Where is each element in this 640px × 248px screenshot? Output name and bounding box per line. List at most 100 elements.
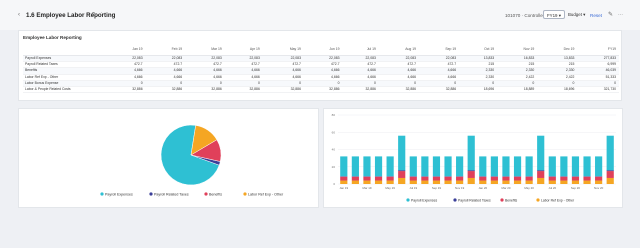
x-tick-label: Jan 20 (478, 186, 487, 190)
bar-segment[interactable] (444, 156, 452, 177)
bar-segment[interactable] (479, 156, 487, 177)
bar-segment[interactable] (537, 171, 545, 178)
bar-segment[interactable] (398, 177, 406, 184)
bar-segment[interactable] (374, 180, 383, 184)
bar-segment[interactable] (560, 176, 568, 181)
bar-segment[interactable] (479, 176, 487, 181)
bar-segment[interactable] (398, 135, 406, 171)
bar-segment[interactable] (560, 156, 568, 177)
bar-segment[interactable] (467, 170, 475, 172)
bar-segment[interactable] (525, 176, 533, 181)
bar-segment[interactable] (479, 180, 487, 184)
bar-segment[interactable] (513, 176, 522, 181)
row-label-header (23, 43, 107, 56)
x-tick-label: Sep 20 (571, 186, 581, 190)
bar-segment[interactable] (467, 177, 475, 184)
bar-segment[interactable] (363, 176, 371, 181)
bar-segment[interactable] (583, 180, 591, 184)
bar-segment[interactable] (502, 176, 510, 181)
bar-segment[interactable] (409, 156, 417, 177)
bar-segment[interactable] (467, 171, 475, 178)
bar-segment[interactable] (606, 177, 614, 184)
bar-segment[interactable] (386, 180, 394, 184)
bar-segment[interactable] (421, 156, 429, 177)
bar-segment[interactable] (595, 176, 603, 181)
table-cell: 18,696 (459, 86, 498, 94)
bar-segment[interactable] (398, 170, 406, 172)
bar-segment[interactable] (595, 180, 603, 184)
bar-segment[interactable] (409, 180, 417, 184)
bar-segment[interactable] (490, 176, 498, 181)
reset-link[interactable]: Reset (590, 13, 602, 18)
bar-segment[interactable] (502, 156, 510, 177)
bar-segment[interactable] (374, 176, 383, 181)
gear-icon[interactable]: ⚙ (91, 12, 96, 18)
bar-segment[interactable] (432, 156, 441, 177)
bar-segment[interactable] (351, 176, 359, 181)
chevron-left-icon[interactable]: ‹ (18, 12, 20, 18)
bar-segment[interactable] (606, 170, 614, 172)
bar-segment[interactable] (548, 176, 556, 181)
bar-segment[interactable] (525, 180, 533, 184)
more-icon[interactable]: ⋯ (618, 12, 623, 18)
bar-segment[interactable] (363, 180, 371, 184)
bar-segment[interactable] (340, 180, 348, 184)
period-selector[interactable]: FY19 ▾ (543, 10, 565, 19)
bar-segment[interactable] (467, 135, 475, 171)
bar-segment[interactable] (444, 180, 452, 184)
bar-segment[interactable] (444, 176, 452, 181)
bar-segment[interactable] (571, 180, 580, 184)
bar-segment[interactable] (548, 180, 556, 184)
bar-segment[interactable] (456, 180, 464, 184)
bar-segment[interactable] (513, 156, 522, 177)
bar-segment[interactable] (537, 170, 545, 172)
bar-segment[interactable] (571, 156, 580, 177)
bar-segment[interactable] (421, 176, 429, 181)
legend-swatch (204, 192, 208, 196)
bar-segment[interactable] (340, 176, 348, 181)
bar-segment[interactable] (340, 156, 348, 177)
company-selector[interactable]: 101070 · Controller (505, 13, 544, 18)
x-tick-label: Nov 19 (455, 186, 465, 190)
bar-segment[interactable] (398, 171, 406, 178)
legend-swatch (243, 192, 247, 196)
bar-segment[interactable] (363, 156, 371, 177)
column-header: Mar 19 (185, 43, 225, 56)
share-icon[interactable]: ⋰ (97, 12, 103, 18)
bar-segment[interactable] (606, 171, 614, 178)
bar-segment[interactable] (571, 176, 580, 181)
table-cell: 32,886 (419, 86, 460, 94)
bar-segment[interactable] (595, 156, 603, 177)
table-cell: 32,886 (378, 86, 419, 94)
pencil-icon[interactable]: ✎ (608, 12, 613, 18)
table-row[interactable]: Labor & People Related Costs 32,886 32,886… (23, 86, 619, 94)
bar-segment[interactable] (606, 135, 614, 171)
bar-segment[interactable] (560, 180, 568, 184)
bar-segment[interactable] (490, 156, 498, 177)
bar-segment[interactable] (502, 180, 510, 184)
bar-segment[interactable] (583, 156, 591, 177)
bar-segment[interactable] (583, 176, 591, 181)
bar-legend-label: Payroll Related Taxes (458, 198, 491, 202)
bar-segment[interactable] (525, 156, 533, 177)
bar-segment[interactable] (537, 177, 545, 184)
bar-segment[interactable] (456, 176, 464, 181)
bar-segment[interactable] (374, 156, 383, 177)
bar-segment[interactable] (386, 156, 394, 177)
bar-segment[interactable] (548, 156, 556, 177)
bar-segment[interactable] (386, 176, 394, 181)
bar-segment[interactable] (537, 135, 545, 171)
bar-segment[interactable] (456, 156, 464, 177)
pie-legend-label: Labor Ref Exp - Other (248, 193, 284, 197)
legend-swatch (406, 198, 410, 202)
bar-segment[interactable] (490, 180, 498, 184)
bar-segment[interactable] (409, 176, 417, 181)
bar-segment[interactable] (432, 176, 441, 181)
bar-segment[interactable] (351, 180, 359, 184)
bar-segment[interactable] (421, 180, 429, 184)
bar-segment[interactable] (432, 180, 441, 184)
bar-segment[interactable] (351, 156, 359, 177)
table-title: Employee Labor Reporting (23, 35, 82, 40)
bar-segment[interactable] (513, 180, 522, 184)
scenario-selector[interactable]: Budget ▾ (565, 10, 588, 19)
